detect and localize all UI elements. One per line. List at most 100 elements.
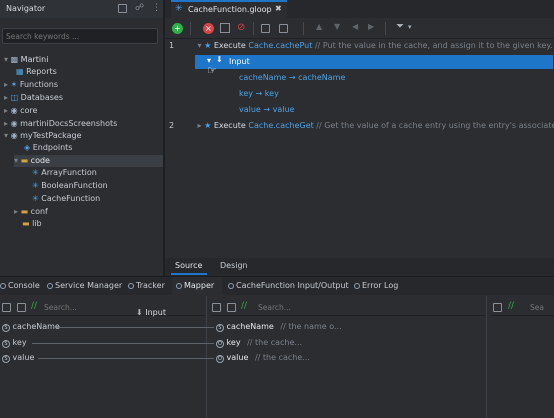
tree-item-code[interactable]: ▾ ▬ code: [14, 155, 163, 167]
mapper-input-box[interactable]: ⬇ Input: [136, 308, 180, 322]
tab-mapper[interactable]: Mapper: [172, 277, 222, 295]
tree-label: lib: [32, 219, 42, 228]
mapper-left-field[interactable]: S cacheName: [2, 321, 60, 333]
input-row-selected[interactable]: ▾ ⬇ Input: [195, 55, 553, 69]
tree-item-core[interactable]: ▸ ◉ core: [4, 105, 37, 117]
tab-service-manager[interactable]: Service Manager: [47, 281, 122, 290]
collapse-icon[interactable]: [2, 303, 11, 312]
mapper-right-field[interactable]: O value // the cache...: [216, 352, 310, 364]
expand-icon[interactable]: [17, 303, 26, 312]
tab-error-log[interactable]: Error Log: [354, 281, 398, 290]
gloop-icon: ✳: [32, 181, 39, 190]
tab-console[interactable]: Console: [0, 281, 40, 290]
chevron-down-icon[interactable]: ▾: [4, 131, 8, 140]
mapper-divider[interactable]: [486, 296, 487, 418]
tree-item-martini[interactable]: ▾ ▩ Martini: [4, 54, 48, 66]
tree-item-databases[interactable]: ▸ ◫ Databases: [4, 92, 63, 104]
move-down-icon[interactable]: ▼: [334, 22, 340, 31]
disable-icon[interactable]: ⊘: [237, 22, 245, 33]
tab-source[interactable]: Source: [175, 261, 202, 270]
step-target[interactable]: Cache.cacheGet: [248, 121, 313, 130]
editor-tab[interactable]: ✳ CacheFunction.gloop ✖: [171, 0, 287, 18]
gloop-icon: ✳: [32, 168, 39, 177]
tab-source-underline: [171, 273, 207, 275]
tree-item-endpoints[interactable]: ◈ Endpoints: [24, 142, 72, 154]
tree-item-boolean-function[interactable]: ✳ BooleanFunction: [32, 180, 108, 192]
step-row[interactable]: 2 ▸ ★ Execute Cache.cacheGet // Get the …: [167, 120, 554, 132]
mapper-right-field[interactable]: O key // the cache...: [216, 337, 302, 349]
io-icon: [228, 283, 234, 289]
mapper-right-search-input[interactable]: [258, 301, 478, 314]
chevron-down-icon[interactable]: ▾: [14, 156, 18, 165]
move-up-icon[interactable]: ▲: [316, 22, 322, 31]
mapping-line[interactable]: value → value: [239, 104, 295, 116]
mapping-line[interactable]: cacheName → cacheName: [239, 72, 345, 84]
mapping-connector[interactable]: [38, 358, 214, 359]
tab-label: Mapper: [184, 281, 215, 290]
navigator-search-input[interactable]: [6, 31, 154, 42]
more-icon[interactable]: ⋮: [152, 3, 161, 13]
tree-item-lib[interactable]: ▬ lib: [22, 218, 42, 230]
run-icon[interactable]: +: [172, 23, 183, 34]
folder-icon: ▬: [22, 219, 30, 228]
tree-label: code: [30, 156, 50, 165]
grid-icon[interactable]: [220, 23, 230, 33]
step-row[interactable]: 1 ▾ ★ Execute Cache.cachePut // Put the …: [167, 40, 553, 52]
editor-tab-title: CacheFunction.gloop: [188, 5, 272, 14]
tree-item-conf[interactable]: ▸ ▬ conf: [14, 206, 48, 218]
tab-design[interactable]: Design: [220, 261, 248, 270]
mapping-connector[interactable]: [32, 343, 214, 344]
mapper-input-label: Input: [145, 308, 166, 317]
tab-label: CacheFunction Input/Output: [236, 281, 349, 290]
mapper-divider[interactable]: [206, 296, 207, 418]
field-name: key: [226, 338, 241, 347]
tree-item-reports[interactable]: ▦ Reports: [14, 66, 57, 78]
mapping-connector[interactable]: [56, 327, 214, 328]
mapper-left-field[interactable]: S value: [2, 352, 34, 364]
chevron-right-icon[interactable]: ▸: [4, 93, 8, 102]
tree-item-package[interactable]: ▾ ◉ myTestPackage: [4, 130, 82, 142]
chevron-right-icon[interactable]: ▸: [198, 121, 202, 130]
step-target[interactable]: Cache.cachePut: [248, 41, 312, 50]
close-icon[interactable]: ✖: [275, 4, 282, 13]
expand-icon[interactable]: [227, 303, 236, 312]
tree-item-array-function[interactable]: ✳ ArrayFunction: [32, 167, 97, 179]
chevron-down-icon[interactable]: ▾: [198, 41, 202, 50]
chevron-down-icon[interactable]: ▾: [408, 23, 412, 31]
mapper-right-field[interactable]: S cacheName // the name o...: [216, 321, 342, 333]
link-icon[interactable]: ☍: [135, 3, 144, 13]
input-label: Input: [229, 57, 250, 66]
chevron-right-icon[interactable]: ▸: [14, 207, 18, 216]
gloop-icon: ✳: [32, 194, 39, 203]
chevron-down-icon[interactable]: ▾: [4, 55, 8, 64]
stop-icon[interactable]: ×: [203, 23, 214, 34]
mapper-left-field[interactable]: S key: [2, 337, 27, 349]
chevron-right-icon[interactable]: ▸: [4, 80, 8, 89]
collapse-icon[interactable]: [212, 303, 221, 312]
navigator-search[interactable]: [2, 28, 158, 44]
filter-icon[interactable]: ∕∕: [241, 301, 247, 311]
tree-label: core: [20, 106, 38, 115]
move-right-icon[interactable]: ▶: [368, 22, 374, 31]
mapping-line[interactable]: key → key: [239, 88, 279, 100]
collapse-icon[interactable]: [493, 303, 502, 312]
tree-item-functions[interactable]: ▸ ✶ Functions: [4, 79, 58, 91]
tab-tracker[interactable]: Tracker: [128, 281, 165, 290]
editor-bottom-tabs: Source Design: [165, 258, 554, 276]
string-icon: S: [2, 324, 10, 332]
filter-icon[interactable]: ∕∕: [508, 301, 514, 311]
move-left-icon[interactable]: ◀: [352, 22, 358, 31]
tab-input-output[interactable]: CacheFunction Input/Output: [228, 281, 349, 290]
minimize-icon[interactable]: [118, 4, 127, 13]
expand-icon[interactable]: [279, 24, 288, 33]
tree-item-docs[interactable]: ▸ ◉ martiniDocsScreenshots: [4, 118, 117, 130]
filter-icon[interactable]: ⏷: [396, 21, 404, 32]
mapper-far-toolbar: ∕∕: [490, 300, 554, 316]
collapse-icon[interactable]: [261, 24, 270, 33]
tab-label: Tracker: [136, 281, 165, 290]
mapper-far-search-input[interactable]: [530, 301, 552, 314]
filter-icon[interactable]: ∕∕: [31, 301, 37, 311]
chevron-right-icon[interactable]: ▸: [4, 119, 8, 128]
chevron-right-icon[interactable]: ▸: [4, 106, 8, 115]
tree-item-cache-function[interactable]: ✳ CacheFunction: [32, 193, 100, 205]
